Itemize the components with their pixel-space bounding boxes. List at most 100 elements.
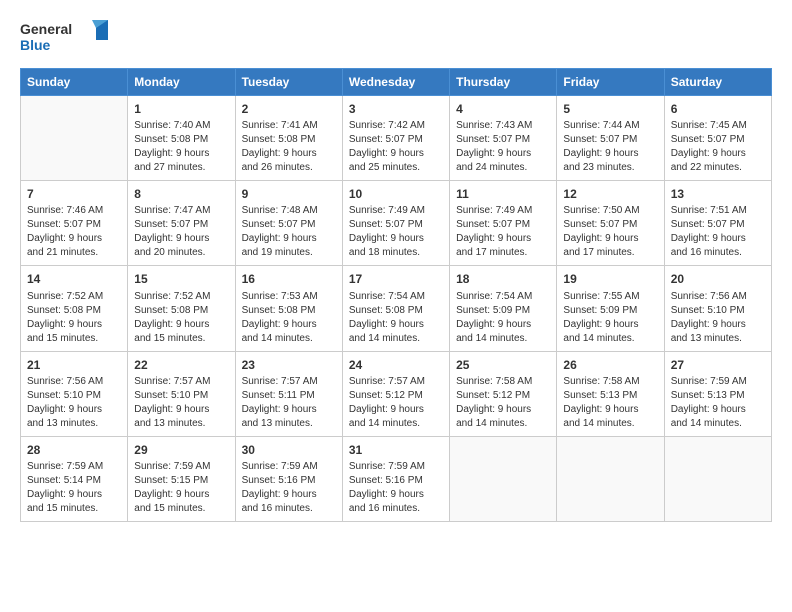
week-row-2: 14 Sunrise: 7:52 AM Sunset: 5:08 PM Dayli…: [21, 266, 772, 351]
day-number: 6: [671, 101, 765, 117]
calendar-cell: 20 Sunrise: 7:56 AM Sunset: 5:10 PM Dayli…: [664, 266, 771, 351]
calendar-cell: 27 Sunrise: 7:59 AM Sunset: 5:13 PM Dayli…: [664, 351, 771, 436]
calendar-cell: 16 Sunrise: 7:53 AM Sunset: 5:08 PM Dayli…: [235, 266, 342, 351]
calendar-cell: 7 Sunrise: 7:46 AM Sunset: 5:07 PM Daylig…: [21, 181, 128, 266]
day-info: Sunrise: 7:54 AM Sunset: 5:09 PM Dayligh…: [456, 290, 550, 346]
day-info: Sunrise: 7:56 AM Sunset: 5:10 PM Dayligh…: [671, 290, 765, 346]
day-number: 12: [563, 186, 657, 202]
logo: General Blue: [20, 18, 110, 56]
calendar-cell: 9Sunrise: 7:48 AM Sunset: 5:07 PM Daylig…: [235, 181, 342, 266]
day-number: 11: [456, 186, 550, 202]
weekday-header-sunday: Sunday: [21, 69, 128, 96]
calendar-cell: 17 Sunrise: 7:54 AM Sunset: 5:08 PM Dayli…: [342, 266, 449, 351]
day-number: 17: [349, 271, 443, 287]
page: General Blue SundayMondayTuesdayWednesda…: [0, 0, 792, 612]
day-info: Sunrise: 7:59 AM Sunset: 5:14 PM Dayligh…: [27, 460, 121, 516]
day-number: 20: [671, 271, 765, 287]
day-info: Sunrise: 7:49 AM Sunset: 5:07 PM Dayligh…: [349, 204, 443, 260]
calendar-cell: 15 Sunrise: 7:52 AM Sunset: 5:08 PM Dayli…: [128, 266, 235, 351]
day-info: Sunrise: 7:43 AM Sunset: 5:07 PM Dayligh…: [456, 119, 550, 175]
calendar-cell: 29 Sunrise: 7:59 AM Sunset: 5:15 PM Dayli…: [128, 436, 235, 521]
calendar-cell: 13 Sunrise: 7:51 AM Sunset: 5:07 PM Dayli…: [664, 181, 771, 266]
calendar-cell: 14 Sunrise: 7:52 AM Sunset: 5:08 PM Dayli…: [21, 266, 128, 351]
day-number: 4: [456, 101, 550, 117]
week-row-1: 7 Sunrise: 7:46 AM Sunset: 5:07 PM Daylig…: [21, 181, 772, 266]
weekday-header-row: SundayMondayTuesdayWednesdayThursdayFrid…: [21, 69, 772, 96]
calendar-cell: 18 Sunrise: 7:54 AM Sunset: 5:09 PM Dayli…: [450, 266, 557, 351]
day-info: Sunrise: 7:59 AM Sunset: 5:13 PM Dayligh…: [671, 375, 765, 431]
day-number: 13: [671, 186, 765, 202]
day-number: 23: [242, 357, 336, 373]
weekday-header-thursday: Thursday: [450, 69, 557, 96]
day-info: Sunrise: 7:52 AM Sunset: 5:08 PM Dayligh…: [134, 290, 228, 346]
calendar-cell: [21, 96, 128, 181]
day-number: 27: [671, 357, 765, 373]
day-number: 19: [563, 271, 657, 287]
calendar-cell: 11 Sunrise: 7:49 AM Sunset: 5:07 PM Dayli…: [450, 181, 557, 266]
day-info: Sunrise: 7:41 AM Sunset: 5:08 PM Dayligh…: [242, 119, 336, 175]
day-number: 18: [456, 271, 550, 287]
logo-svg: General Blue: [20, 18, 110, 56]
calendar-table: SundayMondayTuesdayWednesdayThursdayFrid…: [20, 68, 772, 522]
calendar-cell: 12 Sunrise: 7:50 AM Sunset: 5:07 PM Dayli…: [557, 181, 664, 266]
calendar-cell: 21Sunrise: 7:56 AM Sunset: 5:10 PM Dayli…: [21, 351, 128, 436]
svg-text:Blue: Blue: [20, 37, 51, 53]
calendar-cell: 31 Sunrise: 7:59 AM Sunset: 5:16 PM Dayli…: [342, 436, 449, 521]
calendar-cell: 10 Sunrise: 7:49 AM Sunset: 5:07 PM Dayli…: [342, 181, 449, 266]
header: General Blue: [20, 18, 772, 56]
day-number: 15: [134, 271, 228, 287]
day-info: Sunrise: 7:49 AM Sunset: 5:07 PM Dayligh…: [456, 204, 550, 260]
calendar-cell: 26Sunrise: 7:58 AM Sunset: 5:13 PM Dayli…: [557, 351, 664, 436]
day-info: Sunrise: 7:40 AM Sunset: 5:08 PM Dayligh…: [134, 119, 228, 175]
day-number: 31: [349, 442, 443, 458]
calendar-cell: 28 Sunrise: 7:59 AM Sunset: 5:14 PM Dayli…: [21, 436, 128, 521]
day-number: 29: [134, 442, 228, 458]
day-info: Sunrise: 7:48 AM Sunset: 5:07 PM Dayligh…: [242, 204, 336, 260]
calendar-cell: 23 Sunrise: 7:57 AM Sunset: 5:11 PM Dayli…: [235, 351, 342, 436]
day-info: Sunrise: 7:57 AM Sunset: 5:11 PM Dayligh…: [242, 375, 336, 431]
day-number: 7: [27, 186, 121, 202]
day-info: Sunrise: 7:58 AM Sunset: 5:12 PM Dayligh…: [456, 375, 550, 431]
day-info: Sunrise: 7:42 AM Sunset: 5:07 PM Dayligh…: [349, 119, 443, 175]
weekday-header-monday: Monday: [128, 69, 235, 96]
day-number: 3: [349, 101, 443, 117]
day-info: Sunrise: 7:56 AM Sunset: 5:10 PM Dayligh…: [27, 375, 121, 431]
day-info: Sunrise: 7:59 AM Sunset: 5:16 PM Dayligh…: [349, 460, 443, 516]
day-number: 2: [242, 101, 336, 117]
week-row-4: 28 Sunrise: 7:59 AM Sunset: 5:14 PM Dayli…: [21, 436, 772, 521]
day-number: 5: [563, 101, 657, 117]
day-info: Sunrise: 7:54 AM Sunset: 5:08 PM Dayligh…: [349, 290, 443, 346]
day-number: 8: [134, 186, 228, 202]
day-info: Sunrise: 7:44 AM Sunset: 5:07 PM Dayligh…: [563, 119, 657, 175]
day-number: 22: [134, 357, 228, 373]
day-number: 16: [242, 271, 336, 287]
day-number: 30: [242, 442, 336, 458]
day-number: 10: [349, 186, 443, 202]
day-info: Sunrise: 7:59 AM Sunset: 5:16 PM Dayligh…: [242, 460, 336, 516]
svg-text:General: General: [20, 21, 72, 37]
day-number: 26: [563, 357, 657, 373]
calendar-cell: 4 Sunrise: 7:43 AM Sunset: 5:07 PM Daylig…: [450, 96, 557, 181]
day-number: 1: [134, 101, 228, 117]
day-info: Sunrise: 7:46 AM Sunset: 5:07 PM Dayligh…: [27, 204, 121, 260]
calendar-cell: 6Sunrise: 7:45 AM Sunset: 5:07 PM Daylig…: [664, 96, 771, 181]
weekday-header-friday: Friday: [557, 69, 664, 96]
day-info: Sunrise: 7:53 AM Sunset: 5:08 PM Dayligh…: [242, 290, 336, 346]
day-info: Sunrise: 7:59 AM Sunset: 5:15 PM Dayligh…: [134, 460, 228, 516]
calendar-cell: [664, 436, 771, 521]
day-number: 28: [27, 442, 121, 458]
day-info: Sunrise: 7:47 AM Sunset: 5:07 PM Dayligh…: [134, 204, 228, 260]
calendar-cell: 22Sunrise: 7:57 AM Sunset: 5:10 PM Dayli…: [128, 351, 235, 436]
day-info: Sunrise: 7:51 AM Sunset: 5:07 PM Dayligh…: [671, 204, 765, 260]
day-number: 14: [27, 271, 121, 287]
day-info: Sunrise: 7:52 AM Sunset: 5:08 PM Dayligh…: [27, 290, 121, 346]
calendar-cell: 25Sunrise: 7:58 AM Sunset: 5:12 PM Dayli…: [450, 351, 557, 436]
calendar-cell: 1 Sunrise: 7:40 AM Sunset: 5:08 PM Daylig…: [128, 96, 235, 181]
calendar-cell: 30 Sunrise: 7:59 AM Sunset: 5:16 PM Dayli…: [235, 436, 342, 521]
calendar-cell: 8 Sunrise: 7:47 AM Sunset: 5:07 PM Daylig…: [128, 181, 235, 266]
calendar-cell: [450, 436, 557, 521]
weekday-header-saturday: Saturday: [664, 69, 771, 96]
day-info: Sunrise: 7:50 AM Sunset: 5:07 PM Dayligh…: [563, 204, 657, 260]
week-row-3: 21Sunrise: 7:56 AM Sunset: 5:10 PM Dayli…: [21, 351, 772, 436]
week-row-0: 1 Sunrise: 7:40 AM Sunset: 5:08 PM Daylig…: [21, 96, 772, 181]
